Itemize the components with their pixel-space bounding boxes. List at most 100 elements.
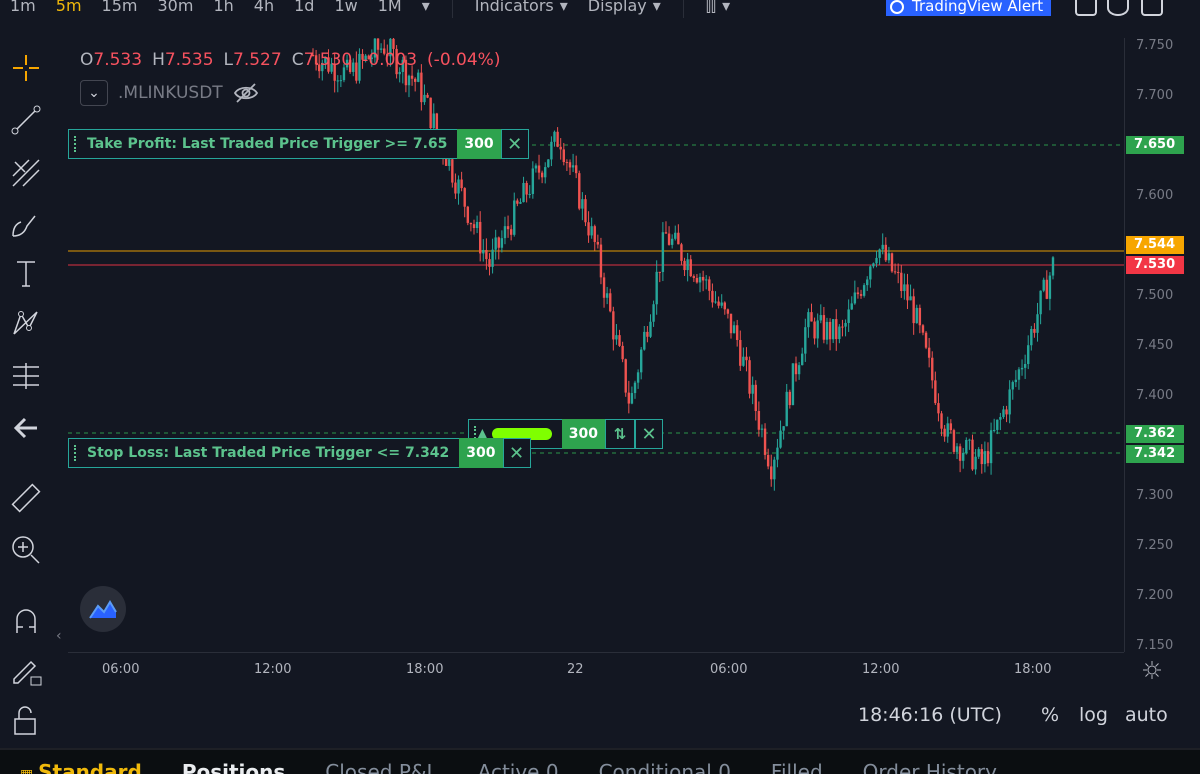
candle-body	[819, 315, 822, 321]
collapse-legend-button[interactable]: ⌄	[80, 80, 108, 106]
tradingview-alert-button[interactable]: TradingView Alert	[886, 0, 1052, 16]
eye-off-icon[interactable]	[233, 82, 259, 104]
close-icon[interactable]: ✕	[502, 438, 531, 468]
candle-body	[448, 159, 451, 166]
settings-sun-icon[interactable]	[1142, 660, 1162, 680]
candle-body	[695, 277, 699, 283]
timeframe-15m[interactable]: 15m	[92, 0, 148, 18]
candle-body	[1002, 409, 1005, 418]
grid-icon: ▦	[20, 767, 38, 774]
timeframe-1M[interactable]: 1M	[368, 0, 412, 18]
candle-body	[881, 244, 884, 250]
candle-body	[599, 244, 603, 278]
text-tool[interactable]	[6, 253, 46, 293]
text-icon	[17, 261, 35, 287]
candle-body	[785, 391, 788, 427]
candle-body	[336, 80, 339, 82]
timeframe-1h[interactable]: 1h	[203, 0, 243, 18]
camera-icon[interactable]	[1075, 0, 1097, 16]
tab-positions[interactable]: Positions	[162, 750, 305, 774]
candle-body	[531, 168, 535, 194]
price-tick: 7.200	[1136, 588, 1174, 603]
pitchfork-tool[interactable]	[6, 153, 46, 193]
candles-icon: ⫿⫿	[705, 0, 717, 15]
timeframe-4h[interactable]: 4h	[244, 0, 284, 18]
take-profit-label[interactable]: Take Profit: Last Traded Price Trigger >…	[68, 129, 458, 159]
symbol-row: ⌄ .MLINKUSDT	[80, 80, 259, 106]
candle-body	[513, 200, 516, 235]
tab-filled[interactable]: Filled	[751, 750, 843, 774]
timeframe-1w[interactable]: 1w	[324, 0, 367, 18]
utc-clock[interactable]: 18:46:16 (UTC)	[858, 704, 1002, 726]
trend-line-tool[interactable]	[6, 100, 46, 140]
candle-body	[859, 294, 863, 296]
candle-body	[615, 335, 618, 340]
ruler-tool[interactable]	[6, 478, 46, 518]
orange-price-tag: 7.544	[1126, 236, 1184, 254]
timeframe-1m[interactable]: 1m	[0, 0, 46, 18]
candle-body	[844, 322, 847, 327]
candle-body	[500, 238, 504, 248]
candle-body	[609, 293, 612, 312]
stop-loss-order[interactable]: Stop Loss: Last Traded Price Trigger <= …	[68, 438, 531, 468]
candle-body	[804, 327, 807, 354]
pattern-icon	[13, 311, 38, 335]
reverse-icon[interactable]: ⇅	[605, 419, 636, 449]
tab-standard[interactable]: ▦ Standard	[0, 750, 162, 774]
time-axis[interactable]	[68, 652, 1124, 688]
tab-order-history[interactable]: Order History	[843, 750, 1017, 774]
time-tick: 06:00	[710, 662, 748, 677]
trade-tabs: ▦ Standard Positions Closed P&L Active 0…	[0, 748, 1200, 774]
take-profit-price-tag: 7.650	[1126, 136, 1184, 154]
auto-toggle[interactable]: auto	[1125, 704, 1168, 726]
brush-tool[interactable]	[6, 203, 46, 243]
position-qty[interactable]: 300	[561, 419, 606, 449]
magnet-icon	[16, 609, 36, 633]
tab-conditional[interactable]: Conditional 0	[579, 750, 751, 774]
timeframe-dropdown-icon[interactable]: ▾	[412, 0, 440, 18]
candle-body	[903, 284, 906, 292]
magnet-tool[interactable]	[6, 602, 46, 642]
timeframe-5m[interactable]: 5m	[46, 0, 92, 18]
close-icon[interactable]: ✕	[500, 129, 529, 159]
fullscreen-icon[interactable]	[1141, 0, 1163, 16]
tab-active[interactable]: Active 0	[458, 750, 579, 774]
display-button[interactable]: Display ▾	[578, 0, 671, 18]
take-profit-qty[interactable]: 300	[457, 129, 501, 159]
candle-body	[432, 113, 435, 129]
candle-body	[664, 232, 668, 234]
zoom-tool[interactable]	[6, 530, 46, 570]
tradingview-logo[interactable]	[80, 586, 126, 632]
stop-loss-qty[interactable]: 300	[459, 438, 503, 468]
forecast-tool[interactable]	[6, 356, 46, 396]
candle-body	[701, 276, 705, 281]
candle-body	[866, 279, 869, 286]
chart-type-button[interactable]: ⫿⫿ ▾	[696, 0, 740, 18]
candle-body	[534, 165, 538, 169]
tab-closed-pnl[interactable]: Closed P&L	[305, 750, 457, 774]
candle-body	[537, 165, 541, 173]
candle-body	[872, 263, 875, 267]
collapse-arrow-icon[interactable]: ‹	[56, 628, 62, 644]
candle-body	[735, 325, 739, 340]
close-icon[interactable]: ✕	[635, 419, 664, 449]
settings-icon[interactable]	[1107, 0, 1129, 16]
candle-body	[974, 456, 977, 470]
candle-body	[745, 356, 748, 361]
candle-body	[1048, 275, 1052, 299]
indicators-button[interactable]: Indicators ▾	[465, 0, 578, 18]
log-toggle[interactable]: log	[1079, 704, 1108, 726]
hide-toolbar-button[interactable]	[6, 408, 46, 448]
take-profit-order[interactable]: Take Profit: Last Traded Price Trigger >…	[68, 129, 529, 159]
pattern-tool[interactable]	[6, 303, 46, 343]
lock-drawings-tool[interactable]	[6, 650, 46, 690]
stop-loss-label[interactable]: Stop Loss: Last Traded Price Trigger <= …	[68, 438, 460, 468]
crosshair-tool[interactable]	[6, 48, 46, 88]
timeframe-1d[interactable]: 1d	[284, 0, 324, 18]
tradingview-logo-icon	[89, 600, 117, 619]
candle-body	[652, 304, 655, 322]
candle-body	[593, 226, 596, 242]
percent-toggle[interactable]: %	[1041, 704, 1059, 726]
candle-body	[578, 173, 581, 209]
timeframe-30m[interactable]: 30m	[147, 0, 203, 18]
